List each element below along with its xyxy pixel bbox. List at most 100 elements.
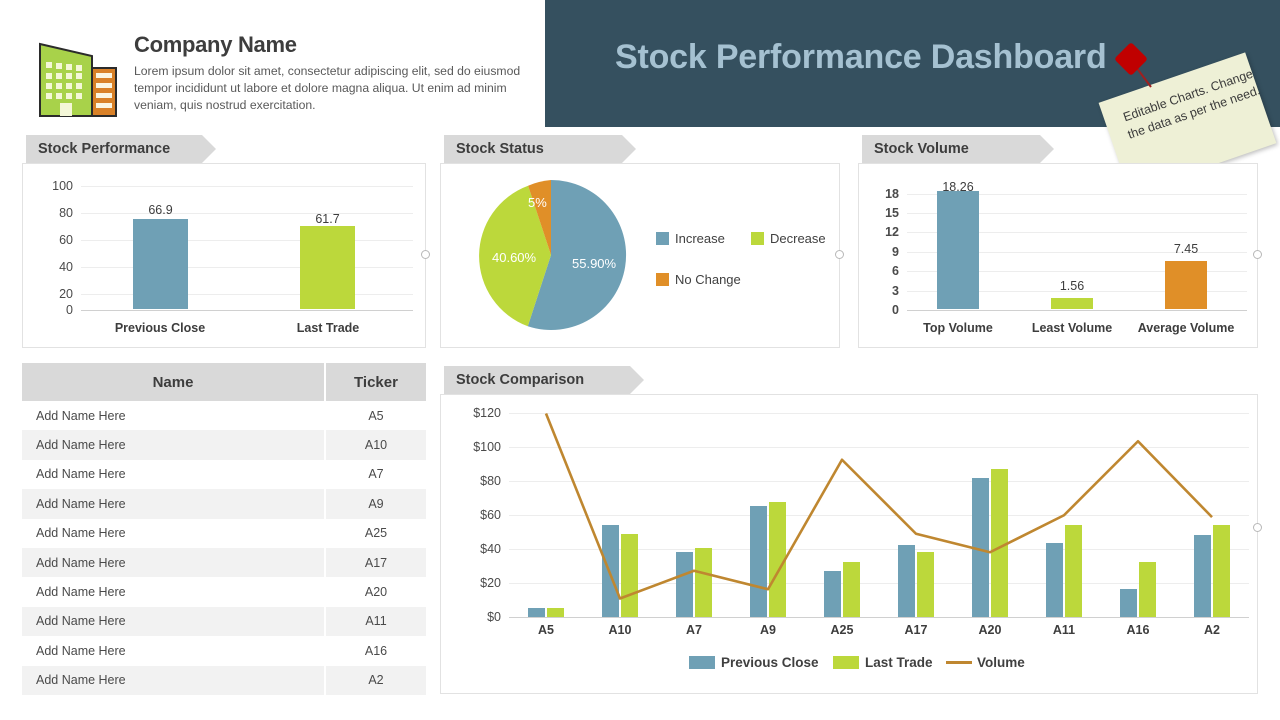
table-row[interactable]: Add Name Here A20	[22, 577, 426, 607]
bar-previous-close[interactable]	[528, 607, 545, 617]
bar-previous-close[interactable]	[1120, 589, 1137, 617]
bar-previous-close[interactable]	[824, 570, 841, 617]
gridline	[81, 294, 413, 295]
y-tick: 12	[885, 225, 899, 239]
y-tick: 15	[885, 206, 899, 220]
x-tick: A11	[1052, 623, 1076, 637]
legend-swatch	[656, 273, 669, 286]
company-name: Company Name	[134, 32, 297, 57]
table-row[interactable]: Add Name Here A5	[22, 401, 426, 431]
x-tick: A10	[608, 623, 632, 637]
tab-stock-comparison[interactable]: Stock Comparison	[444, 366, 644, 394]
y-tick: 60	[59, 233, 73, 247]
bar-last-trade[interactable]	[991, 469, 1008, 617]
legend-item-decrease[interactable]: Decrease	[751, 231, 826, 246]
panel-stock-volume: 18 15 12 9 6 3 0 18.26 1.56 7.45 Top Vol…	[858, 163, 1262, 348]
tab-stock-status[interactable]: Stock Status	[444, 135, 636, 163]
bar-last-trade[interactable]	[695, 547, 712, 617]
legend-label: Last Trade	[865, 655, 933, 670]
cell-ticker: A25	[364, 526, 388, 541]
gridline	[81, 267, 413, 268]
y-tick: $20	[480, 576, 501, 590]
gridline	[81, 186, 413, 187]
legend-item-previous-close[interactable]: Previous Close	[689, 655, 819, 670]
table-row[interactable]: Add Name Here A9	[22, 489, 426, 519]
tab-stock-volume[interactable]: Stock Volume	[862, 135, 1054, 163]
axis-line	[81, 310, 413, 311]
cell-name: Add Name Here	[22, 606, 326, 637]
gridline	[81, 240, 413, 241]
cell-name: Add Name Here	[22, 489, 326, 519]
tab-label: Stock Volume	[874, 141, 969, 157]
resize-handle[interactable]	[1253, 523, 1262, 532]
resize-handle[interactable]	[421, 250, 430, 259]
cell-name: Add Name Here	[22, 665, 326, 695]
bar-previous-close[interactable]	[133, 219, 188, 309]
bar-top-volume[interactable]	[937, 191, 979, 309]
tab-label: Stock Status	[456, 141, 544, 157]
bar-least-volume[interactable]	[1051, 298, 1093, 309]
bar-last-trade[interactable]	[1065, 524, 1082, 617]
legend-item-increase[interactable]: Increase	[656, 231, 725, 246]
bar-previous-close[interactable]	[676, 552, 693, 617]
bar-previous-close[interactable]	[972, 478, 989, 617]
cell-ticker: A9	[368, 496, 384, 511]
x-tick: A9	[760, 623, 776, 637]
bar-last-trade[interactable]	[769, 502, 786, 617]
company-description: Lorem ipsum dolor sit amet, consectetur …	[134, 64, 521, 112]
table-row[interactable]: Add Name Here A10	[22, 430, 426, 460]
y-tick: 40	[59, 260, 73, 274]
table-row[interactable]: Add Name Here A11	[22, 606, 426, 637]
bar-last-trade[interactable]	[547, 607, 564, 617]
bar-value-label: 7.45	[1173, 242, 1199, 256]
table-row[interactable]: Add Name Here A7	[22, 459, 426, 490]
bar-previous-close[interactable]	[1194, 534, 1211, 617]
panel-stock-comparison: $120 $100 $80 $60 $40 $20 $0 A5 A10 A7 A9 A2…	[440, 394, 1262, 694]
bar-value-label: 66.9	[148, 203, 173, 217]
legend-swatch	[689, 656, 715, 669]
table-row[interactable]: Add Name Here A2	[22, 665, 426, 695]
cell-ticker: A10	[364, 438, 388, 453]
bar-last-trade[interactable]	[917, 552, 934, 617]
bar-average-volume[interactable]	[1165, 261, 1207, 309]
y-tick: $0	[487, 610, 501, 624]
y-tick: 18	[885, 187, 899, 201]
y-tick: 80	[59, 206, 73, 220]
table-row[interactable]: Add Name Here A25	[22, 518, 426, 548]
bar-previous-close[interactable]	[898, 544, 915, 617]
y-tick: $60	[480, 508, 501, 522]
table-row[interactable]: Add Name Here A17	[22, 547, 426, 578]
legend-label: Decrease	[770, 231, 826, 246]
x-tick: A7	[686, 623, 702, 637]
table-row[interactable]: Add Name Here A16	[22, 636, 426, 666]
tab-stock-performance[interactable]: Stock Performance	[26, 135, 216, 163]
resize-handle[interactable]	[835, 250, 844, 259]
y-tick: 0	[892, 303, 899, 317]
column-header-ticker[interactable]: Ticker	[325, 363, 426, 401]
pie-label-increase: 55.90%	[572, 256, 617, 271]
x-tick: A2	[1204, 623, 1220, 637]
y-tick: 0	[66, 303, 73, 317]
legend-label: Previous Close	[721, 655, 819, 670]
bar-last-trade[interactable]	[1139, 561, 1156, 617]
resize-handle[interactable]	[1253, 250, 1262, 259]
pie-label-no-change: 5%	[528, 195, 547, 210]
cell-ticker: A20	[364, 585, 388, 600]
x-tick: Previous Close	[114, 321, 206, 335]
bar-previous-close[interactable]	[1046, 543, 1063, 617]
bar-last-trade[interactable]	[843, 561, 860, 617]
bar-previous-close[interactable]	[750, 506, 767, 617]
legend-item-volume[interactable]: Volume	[946, 655, 1025, 670]
cell-name: Add Name Here	[22, 430, 326, 460]
legend-item-last-trade[interactable]: Last Trade	[833, 655, 933, 670]
legend-label: Volume	[977, 655, 1025, 670]
x-tick: Average Volume	[1137, 321, 1235, 335]
bar-last-trade[interactable]	[621, 533, 638, 617]
bar-last-trade[interactable]	[300, 226, 355, 309]
legend-item-no-change[interactable]: No Change	[656, 272, 741, 287]
cell-ticker: A16	[364, 643, 388, 658]
column-header-name[interactable]: Name	[22, 363, 326, 401]
y-tick: 9	[892, 245, 899, 259]
bar-last-trade[interactable]	[1213, 525, 1230, 617]
bar-previous-close[interactable]	[602, 525, 619, 617]
